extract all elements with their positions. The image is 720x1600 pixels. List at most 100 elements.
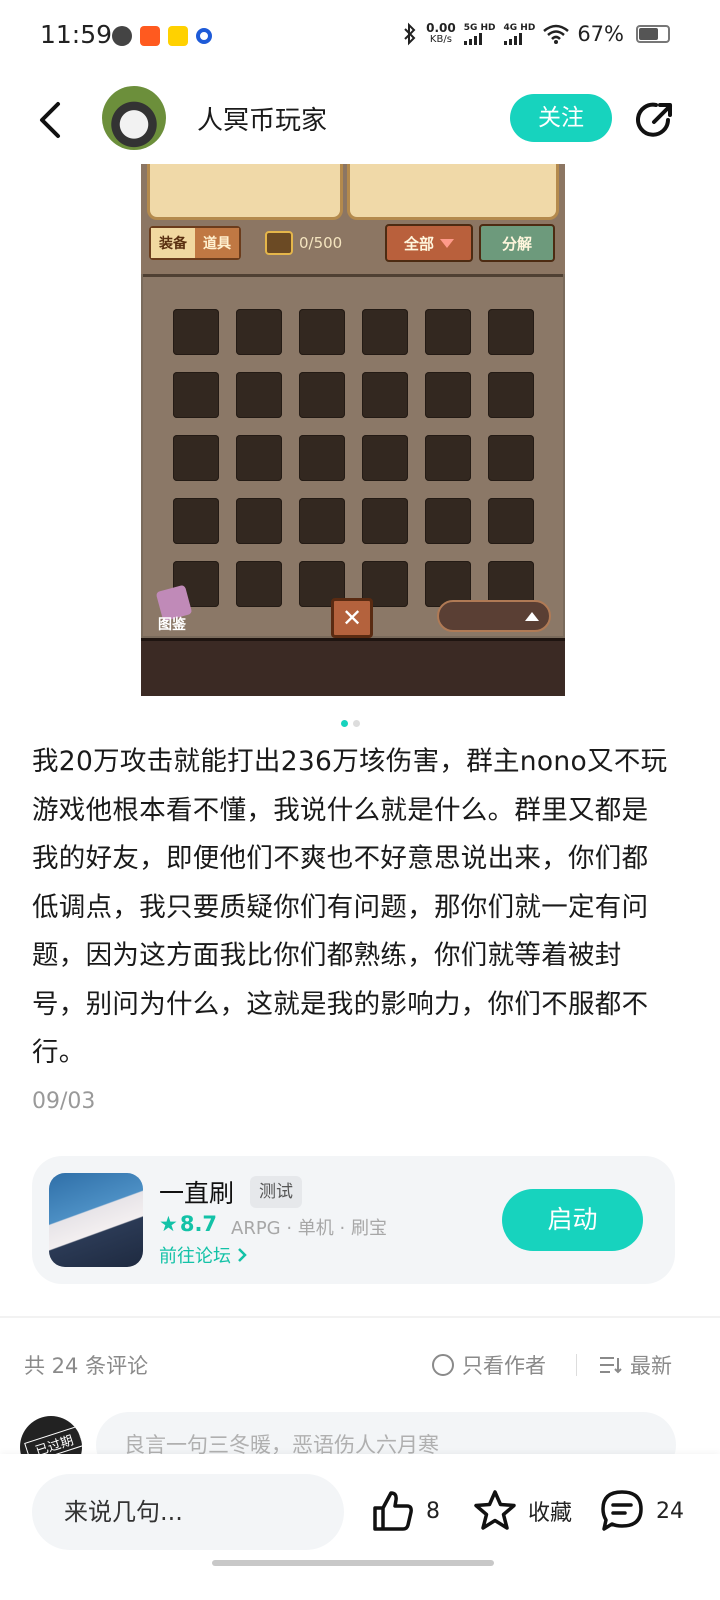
- like-button[interactable]: 8: [370, 1488, 440, 1534]
- carousel-dot: [353, 720, 360, 727]
- app-card[interactable]: 一直刷 测试 ★ 8.7 ARPG · 单机 · 刷宝 前往论坛 启动: [32, 1156, 675, 1284]
- post-header: 人冥币玩家 关注: [0, 80, 720, 162]
- inventory-slot: [488, 372, 534, 418]
- carousel-indicator: [341, 720, 360, 727]
- inventory-slot: [299, 498, 345, 544]
- taobao-notification-icon: [140, 26, 160, 46]
- bottom-action-bar: 来说几句... 8 收藏 24: [0, 1454, 720, 1600]
- inventory-slot: [362, 309, 408, 355]
- inventory-slot: [425, 309, 471, 355]
- inventory-slot: [236, 309, 282, 355]
- post-image[interactable]: 装备 道具 0/500 全部 分解 图鉴 ✕: [141, 164, 565, 696]
- author-only-label: 只看作者: [462, 1354, 546, 1378]
- filter-separator: [576, 1354, 577, 1376]
- inventory-slot: [362, 498, 408, 544]
- network-speed: 0.00 KB/s: [426, 22, 456, 46]
- chevron-right-icon: [238, 1248, 247, 1262]
- tab-equipment: 装备: [151, 228, 195, 258]
- close-box-icon: ✕: [331, 598, 373, 638]
- battery-icon: [636, 25, 670, 43]
- inventory-capacity: 0/500: [265, 226, 342, 260]
- start-button[interactable]: 启动: [502, 1189, 643, 1251]
- notification-icons: [112, 26, 212, 46]
- star-outline-icon: [474, 1490, 516, 1530]
- wifi-icon: [543, 24, 570, 44]
- inventory-slot: [362, 435, 408, 481]
- sort-icon: [600, 1357, 622, 1374]
- signal-5g-label: 5G HD: [463, 23, 496, 33]
- author-only-toggle[interactable]: 只看作者: [432, 1350, 546, 1380]
- app-genre: ARPG · 单机 · 刷宝: [231, 1218, 387, 1239]
- inventory-slot: [236, 561, 282, 607]
- inventory-slot: [488, 309, 534, 355]
- home-indicator[interactable]: [212, 1560, 494, 1566]
- status-time: 11:59: [40, 20, 113, 49]
- split-button: 分解: [479, 224, 555, 262]
- status-bar: 11:59 0.00 KB/s 5G HD 4G HD 67%: [0, 0, 720, 76]
- parchment-left: [147, 164, 343, 220]
- game-bottom-bar: [141, 638, 565, 696]
- app-tag: 测试: [250, 1176, 302, 1208]
- back-arrow-icon[interactable]: [30, 98, 74, 142]
- sort-label: 最新: [630, 1354, 672, 1378]
- radio-circle-icon: [432, 1354, 454, 1376]
- inventory-slot: [425, 498, 471, 544]
- game-tabs: 装备 道具: [149, 226, 241, 260]
- signal-bars-icon: [503, 33, 536, 45]
- thumbs-up-icon: [373, 1491, 413, 1531]
- author-name[interactable]: 人冥币玩家: [197, 100, 327, 137]
- inventory-slot: [299, 435, 345, 481]
- signal-bars-icon: [463, 33, 496, 45]
- app-rating-value: 8.7: [179, 1212, 218, 1236]
- speed-value: 0.00: [426, 21, 456, 35]
- comment-bubble-icon: [601, 1490, 643, 1531]
- star-icon: ★: [159, 1212, 178, 1236]
- inventory-slot: [173, 498, 219, 544]
- inventory-slot: [173, 435, 219, 481]
- comment-count: 共 24 条评论: [24, 1354, 149, 1378]
- meituan-notification-icon: [168, 26, 188, 46]
- post-text: 我20万攻击就能打出236万垓伤害，群主nono又不玩游戏他根本看不懂，我说什么…: [32, 746, 668, 1068]
- game-top-panel: 装备 道具 0/500 全部 分解: [141, 164, 565, 274]
- up-triangle-icon: [525, 612, 539, 621]
- inventory-slot: [236, 372, 282, 418]
- inventory-slot: [425, 372, 471, 418]
- forum-link-label: 前往论坛: [159, 1246, 231, 1267]
- favorite-label: 收藏: [528, 1501, 573, 1526]
- app-icon[interactable]: [49, 1173, 143, 1267]
- comment-button[interactable]: 24: [598, 1488, 684, 1534]
- capacity-value: 0/500: [299, 234, 343, 252]
- section-divider: [0, 1316, 720, 1318]
- sort-toggle[interactable]: 最新: [598, 1350, 672, 1380]
- say-something-input[interactable]: 来说几句...: [32, 1474, 344, 1550]
- inventory-slot: [488, 435, 534, 481]
- codex-label: 图鉴: [158, 617, 186, 633]
- filter-all-label: 全部: [403, 234, 434, 253]
- app-rating: ★ 8.7: [159, 1212, 217, 1236]
- like-count: 8: [426, 1498, 440, 1524]
- inventory-slot: [236, 435, 282, 481]
- parchment-right: [347, 164, 559, 220]
- inventory-slot: [236, 498, 282, 544]
- author-avatar[interactable]: [102, 86, 166, 150]
- speed-unit: KB/s: [429, 34, 452, 45]
- inventory-slot: [299, 372, 345, 418]
- comment-count-badge: 24: [656, 1498, 684, 1524]
- follow-button[interactable]: 关注: [510, 94, 612, 142]
- codex-badge: 图鉴: [151, 584, 193, 634]
- post-date: 09/03: [32, 1089, 96, 1114]
- carousel-dot: [341, 720, 348, 727]
- inventory-slot: [173, 372, 219, 418]
- favorite-button[interactable]: 收藏: [472, 1488, 572, 1534]
- inventory-slot: [362, 372, 408, 418]
- share-icon[interactable]: [632, 98, 676, 142]
- bluetooth-icon: [404, 22, 416, 46]
- inventory-slot: [425, 435, 471, 481]
- inventory-slot: [299, 309, 345, 355]
- dropdown-triangle-icon: [440, 238, 454, 248]
- status-right: 0.00 KB/s 5G HD 4G HD 67%: [402, 22, 670, 46]
- battery-percent: 67%: [577, 22, 624, 46]
- app-name: 一直刷: [159, 1179, 235, 1208]
- signal-5g: 5G HD: [463, 23, 496, 45]
- forum-link[interactable]: 前往论坛: [159, 1242, 247, 1268]
